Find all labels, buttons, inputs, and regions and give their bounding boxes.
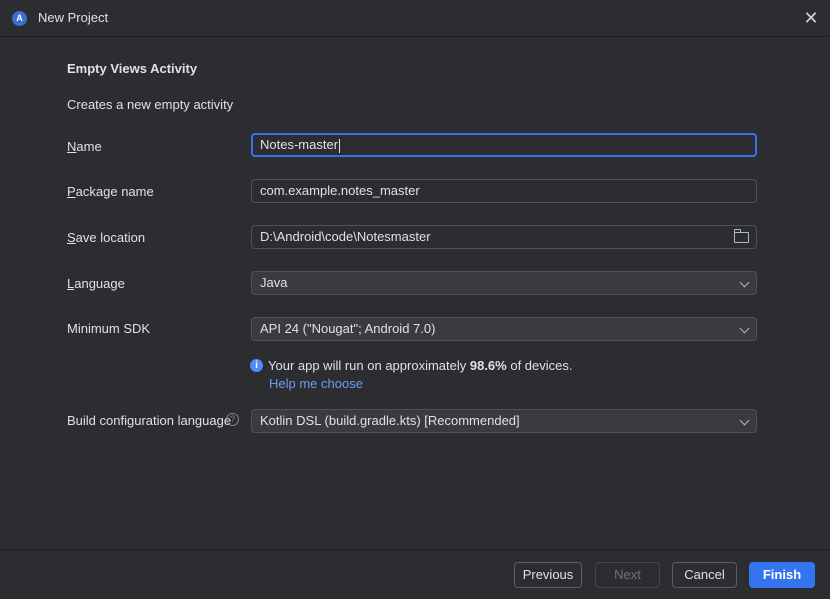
save-location-label: Save location [67, 230, 146, 245]
language-dropdown[interactable]: Java [251, 271, 757, 295]
build-config-label: Build configuration language [67, 413, 232, 428]
cancel-button[interactable]: Cancel [672, 562, 737, 588]
name-label: Name [67, 139, 102, 154]
device-coverage-text: Your app will run on approximately 98.6%… [268, 358, 573, 373]
minimum-sdk-dropdown[interactable]: API 24 ("Nougat"; Android 7.0) [251, 317, 757, 341]
android-studio-icon: A [12, 11, 27, 26]
help-question-icon[interactable]: ? [226, 413, 239, 426]
language-label: Language [67, 276, 125, 291]
chevron-down-icon [739, 415, 750, 426]
folder-icon[interactable] [733, 229, 749, 243]
save-location-input[interactable]: D:\Android\code\Notesmaster [251, 225, 757, 249]
help-me-choose-link[interactable]: Help me choose [269, 376, 363, 391]
package-name-input[interactable]: com.example.notes_master [251, 179, 757, 203]
template-description: Creates a new empty activity [67, 97, 234, 112]
next-button[interactable]: Next [595, 562, 660, 588]
chevron-down-icon [739, 323, 750, 334]
finish-button[interactable]: Finish [749, 562, 815, 588]
chevron-down-icon [739, 277, 750, 288]
title-bar: A New Project ✕ [0, 0, 830, 37]
package-name-label: Package name [67, 184, 154, 199]
name-input[interactable]: Notes-master [251, 133, 757, 157]
info-icon: i [250, 359, 263, 372]
template-title: Empty Views Activity [67, 61, 198, 76]
window-title: New Project [38, 10, 109, 25]
text-cursor [339, 138, 341, 153]
close-icon[interactable]: ✕ [800, 7, 822, 29]
footer-divider [0, 549, 830, 550]
minimum-sdk-label: Minimum SDK [67, 321, 151, 336]
previous-button[interactable]: Previous [514, 562, 582, 588]
build-config-dropdown[interactable]: Kotlin DSL (build.gradle.kts) [Recommend… [251, 409, 757, 433]
